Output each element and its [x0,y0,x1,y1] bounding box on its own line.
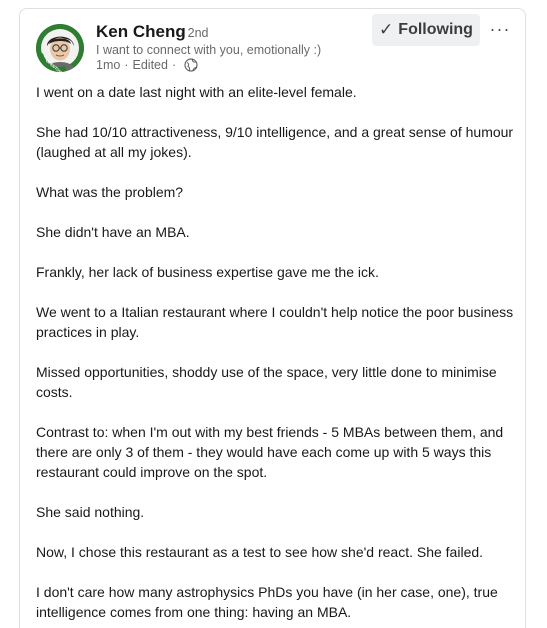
post-time: 1mo [96,58,121,72]
post-header: OPENTOWORK Ken Cheng · 2nd I want to con… [20,9,525,81]
post-paragraph: I don't care how many astrophysics PhDs … [36,584,498,620]
globe-icon [184,58,198,72]
connection-degree: · 2nd [180,26,209,40]
post-meta: 1mo · Edited · [96,58,198,72]
meta-separator: · [171,58,177,72]
post-paragraph: What was the problem? [36,184,184,200]
author-name[interactable]: Ken Cheng [96,22,186,42]
post-paragraph: Frankly, her lack of business expertise … [36,264,379,280]
post-paragraph: I went on a date last night with an elit… [36,84,357,100]
post-paragraph: She had 10/10 attractiveness, 9/10 intel… [36,124,514,160]
post-paragraph: Contrast to: when I'm out with my best f… [36,424,504,480]
post-body: I went on a date last night with an elit… [36,82,518,628]
meta-separator: · [124,58,129,72]
more-options-icon[interactable]: ··· [488,17,512,41]
check-icon: ✓ [379,20,394,39]
post-paragraph: We went to a Italian restaurant where I … [36,304,514,340]
post-paragraph: She didn't have an MBA. [36,224,190,240]
post-paragraph: Now, I chose this restaurant as a test t… [36,544,484,560]
post-paragraph: She said nothing. [36,504,145,520]
author-headline: I want to connect with you, emotionally … [96,43,322,57]
post-paragraph: Missed opportunities, shoddy use of the … [36,364,497,400]
following-label: Following [398,21,473,38]
following-button[interactable]: ✓ Following [372,14,480,46]
post-card: OPENTOWORK Ken Cheng · 2nd I want to con… [19,8,526,628]
edited-label: Edited [132,58,168,72]
avatar[interactable]: OPENTOWORK [36,24,84,72]
